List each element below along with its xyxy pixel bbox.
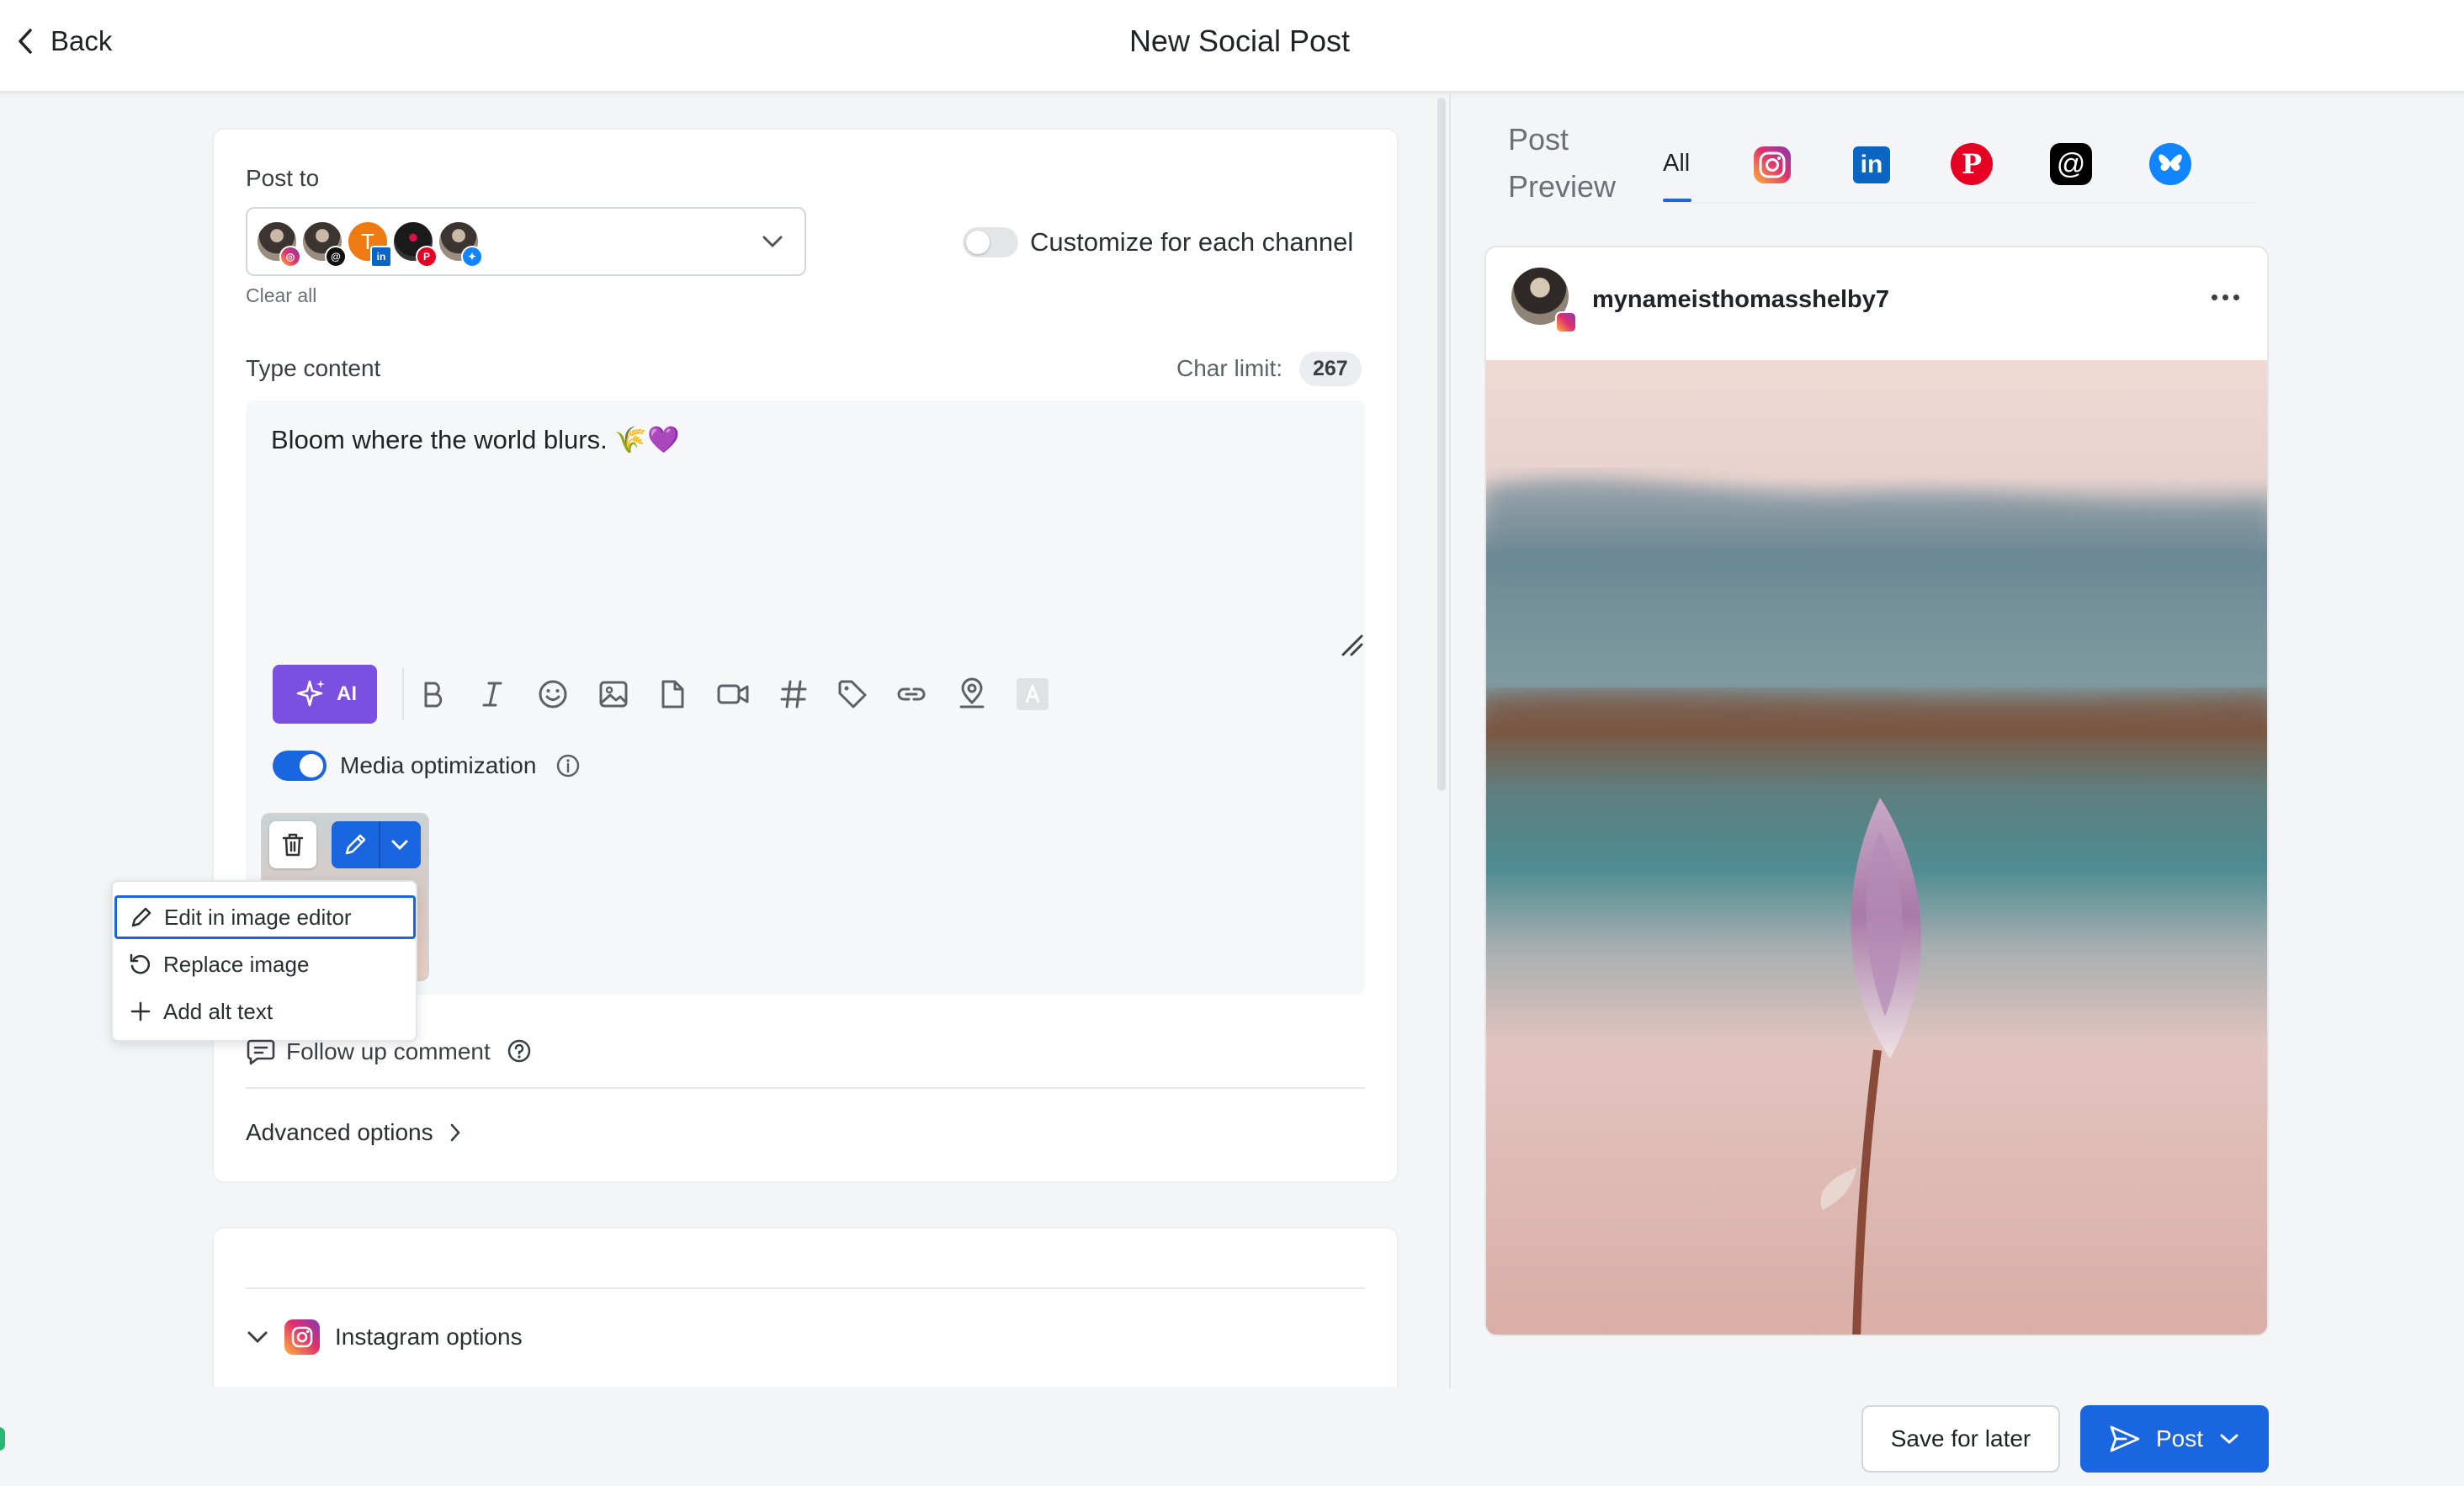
linkedin-icon: in <box>370 246 392 268</box>
media-optimization-toggle[interactable] <box>273 751 327 781</box>
comment-icon <box>246 1037 276 1065</box>
post-preview-card: mynameisthomasshelby7 <box>1484 246 2269 1336</box>
more-options-icon[interactable] <box>2212 295 2239 300</box>
emoji-icon[interactable] <box>535 677 571 712</box>
bluesky-icon: ✦ <box>461 246 483 268</box>
menu-item-label: Add alt text <box>163 998 273 1024</box>
post-to-label: Post to <box>246 165 320 191</box>
ai-label: AI <box>337 682 357 705</box>
customize-toggle[interactable] <box>963 227 1018 257</box>
image-actions-menu: Edit in image editor Replace image Add a… <box>111 880 417 1042</box>
toolbar-divider <box>402 668 404 720</box>
page-title: New Social Post <box>1128 24 1351 58</box>
post-label: Post <box>2155 1425 2204 1452</box>
preview-title-line: Preview <box>1508 169 1617 204</box>
tab-label: All <box>1663 150 1691 177</box>
preview-tab-threads[interactable]: @ <box>2050 143 2092 185</box>
info-icon[interactable] <box>555 753 581 778</box>
delete-media-button[interactable] <box>269 821 316 868</box>
text-format-icon[interactable] <box>1015 677 1050 712</box>
resize-handle-icon[interactable] <box>1340 633 1363 656</box>
italic-icon[interactable] <box>475 677 510 712</box>
panel-scrollbar[interactable] <box>1437 98 1446 791</box>
bold-icon[interactable] <box>416 677 451 712</box>
content-text[interactable]: Bloom where the world blurs. 🌾💜 <box>271 424 680 455</box>
pinterest-icon: P <box>416 246 438 268</box>
location-icon[interactable] <box>954 677 990 712</box>
undo-icon <box>128 952 153 977</box>
instagram-options-header[interactable]: Instagram options <box>246 1319 523 1355</box>
instagram-icon: ◎ <box>279 246 301 268</box>
char-limit-label: Char limit: <box>1176 355 1283 381</box>
file-icon[interactable] <box>655 677 690 712</box>
instagram-icon <box>284 1319 320 1355</box>
video-icon[interactable] <box>715 677 751 712</box>
chevron-right-icon <box>449 1122 462 1144</box>
instagram-icon <box>1754 146 1791 183</box>
send-icon <box>2109 1425 2141 1453</box>
preview-tab-pinterest[interactable]: P <box>1951 143 1993 185</box>
image-icon[interactable] <box>596 677 631 712</box>
help-icon[interactable] <box>507 1038 532 1064</box>
menu-item-label: Edit in image editor <box>164 904 352 930</box>
media-optimization-label: Media optimization <box>340 752 537 778</box>
chevron-down-icon[interactable] <box>2218 1432 2240 1446</box>
instagram-options-card <box>212 1227 1399 1395</box>
threads-icon: @ <box>2050 143 2092 185</box>
preview-username: mynameisthomasshelby7 <box>1592 286 1889 313</box>
channel-select[interactable]: ◎ @ T in P ✦ <box>246 207 806 276</box>
instagram-options-label: Instagram options <box>335 1324 523 1350</box>
save-for-later-button[interactable]: Save for later <box>1861 1405 2060 1473</box>
section-cutoff <box>212 1387 1399 1486</box>
panel-divider <box>1449 93 1451 1388</box>
post-image <box>1486 360 2267 1335</box>
chevron-down-icon <box>246 1329 269 1345</box>
pencil-icon <box>129 905 154 930</box>
chevron-down-icon <box>761 234 784 249</box>
pencil-icon <box>332 831 379 858</box>
advanced-options-toggle[interactable]: Advanced options <box>246 1119 462 1146</box>
customize-label: Customize for each channel <box>1030 227 1354 257</box>
post-button[interactable]: Post <box>2080 1405 2269 1473</box>
tag-icon[interactable] <box>835 677 870 712</box>
advanced-options-label: Advanced options <box>246 1119 433 1145</box>
linkedin-icon: in <box>1853 146 1890 183</box>
hashtag-icon[interactable] <box>776 677 811 712</box>
tabs-underline <box>1663 202 2255 204</box>
plus-icon <box>128 999 153 1024</box>
status-indicator <box>0 1427 5 1451</box>
menu-item-add-alt-text[interactable]: Add alt text <box>114 990 416 1033</box>
preview-tab-all[interactable]: All <box>1663 150 1690 178</box>
save-label: Save for later <box>1890 1425 2031 1452</box>
sparkles-icon <box>293 677 328 712</box>
menu-item-label: Replace image <box>163 951 310 977</box>
preview-title-line: Post <box>1508 122 1569 157</box>
menu-item-replace-image[interactable]: Replace image <box>114 942 416 986</box>
threads-icon: @ <box>325 246 347 268</box>
divider <box>246 1087 1365 1089</box>
pinterest-icon: P <box>1951 143 1993 185</box>
menu-item-edit-in-image-editor[interactable]: Edit in image editor <box>114 895 416 939</box>
char-limit-badge: 267 <box>1299 352 1362 386</box>
instagram-icon <box>1555 311 1577 333</box>
divider <box>246 1287 1365 1289</box>
preview-tab-bluesky[interactable] <box>2149 143 2191 185</box>
preview-title: Post Preview <box>1508 116 1616 210</box>
chevron-down-icon[interactable] <box>380 839 419 851</box>
preview-tab-instagram[interactable] <box>1754 146 1791 183</box>
preview-tab-linkedin[interactable]: in <box>1853 146 1890 183</box>
bluesky-icon <box>2149 143 2191 185</box>
link-icon[interactable] <box>894 677 929 712</box>
follow-up-comment-label[interactable]: Follow up comment <box>286 1038 491 1065</box>
ai-assist-button[interactable]: AI <box>273 665 377 724</box>
trash-icon <box>280 831 305 858</box>
type-content-label: Type content <box>246 355 381 381</box>
clear-all-link[interactable]: Clear all <box>246 284 316 307</box>
edit-media-button[interactable] <box>332 821 421 868</box>
